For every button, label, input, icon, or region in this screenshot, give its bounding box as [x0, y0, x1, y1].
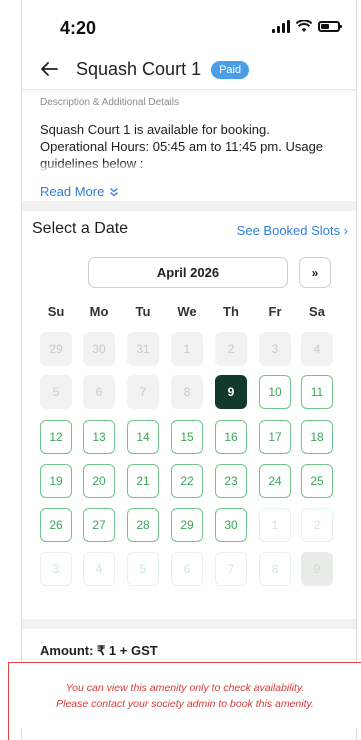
date-cell: 2 [301, 508, 333, 542]
weekday-sa: Sa [309, 304, 325, 319]
date-cell: 4 [301, 332, 333, 366]
date-cell[interactable]: 26 [40, 508, 72, 542]
paid-badge: Paid [211, 60, 250, 79]
weekday-mo: Mo [89, 304, 109, 319]
selected-date-cell[interactable]: 9 [215, 375, 247, 409]
select-date-title: Select a Date [32, 220, 129, 237]
view-only-notice: You can view this amenity only to check … [8, 662, 361, 728]
weekday-tu: Tu [135, 304, 151, 319]
description-section: Description & Additional Details Squash … [22, 92, 356, 199]
date-cell[interactable]: 22 [171, 464, 203, 498]
month-selector[interactable]: April 2026 [88, 257, 288, 288]
date-cell[interactable]: 27 [83, 508, 115, 542]
date-cell[interactable]: 18 [301, 420, 333, 454]
date-cell: 3 [259, 332, 291, 366]
date-cell[interactable]: 17 [259, 420, 291, 454]
date-cell[interactable]: 12 [40, 420, 72, 454]
date-cell[interactable]: 19 [40, 464, 72, 498]
date-cell[interactable]: 13 [83, 420, 115, 454]
date-cell: 7 [127, 375, 159, 409]
date-cell: 3 [40, 552, 72, 586]
date-cell[interactable]: 11 [301, 375, 333, 409]
booked-slots-label: See Booked Slots [236, 223, 341, 238]
date-cell[interactable]: 23 [215, 464, 247, 498]
date-cell[interactable]: 25 [301, 464, 333, 498]
amount-label: Amount: ₹ 1 + GST [40, 643, 158, 658]
date-cell: 29 [40, 332, 72, 366]
wifi-icon [296, 20, 312, 32]
section-divider [22, 201, 356, 211]
date-cell: 5 [127, 552, 159, 586]
date-cell: 31 [127, 332, 159, 366]
date-cell[interactable]: 10 [259, 375, 291, 409]
see-booked-slots-link[interactable]: See Booked Slots › [237, 223, 348, 238]
date-cell: 1 [259, 508, 291, 542]
read-more-link[interactable]: Read More [40, 184, 340, 199]
date-cell: 9 [301, 552, 333, 586]
notice-border-tail [8, 728, 9, 740]
date-cell: 6 [83, 375, 115, 409]
weekday-th: Th [223, 304, 239, 319]
status-icons [272, 20, 342, 33]
next-month-button[interactable]: » [299, 257, 331, 288]
description-text: Squash Court 1 is available for booking.… [40, 121, 340, 172]
signal-icon [272, 20, 290, 33]
section-divider [22, 619, 356, 629]
date-cell[interactable]: 21 [127, 464, 159, 498]
date-cell: 5 [40, 375, 72, 409]
date-cell: 2 [215, 332, 247, 366]
battery-icon [318, 21, 342, 32]
date-cell: 4 [83, 552, 115, 586]
date-cell[interactable]: 16 [215, 420, 247, 454]
date-cell[interactable]: 28 [127, 508, 159, 542]
date-cell: 1 [171, 332, 203, 366]
double-chevron-down-icon [110, 187, 119, 196]
notice-line-1: You can view this amenity only to check … [65, 681, 305, 694]
date-cell: 6 [171, 552, 203, 586]
description-label: Description & Additional Details [40, 97, 179, 108]
status-time: 4:20 [60, 18, 97, 38]
app-screen: 4:20 Squash Court 1 Paid Description & A… [21, 0, 357, 740]
date-cell: 7 [215, 552, 247, 586]
date-cell: 8 [259, 552, 291, 586]
read-more-label: Read More [40, 184, 105, 199]
date-cell: 8 [171, 375, 203, 409]
date-cell[interactable]: 20 [83, 464, 115, 498]
date-cell: 30 [83, 332, 115, 366]
date-cell[interactable]: 30 [215, 508, 247, 542]
date-cell[interactable]: 29 [171, 508, 203, 542]
chevron-right-icon: › [343, 223, 348, 238]
header-bar: Squash Court 1 Paid [22, 50, 356, 90]
date-cell[interactable]: 15 [171, 420, 203, 454]
back-arrow-icon[interactable] [38, 58, 62, 82]
page-title: Squash Court 1 [76, 59, 202, 79]
date-cell[interactable]: 14 [127, 420, 159, 454]
weekday-we: We [177, 304, 197, 319]
weekday-su: Su [47, 304, 65, 319]
notice-line-2: Please contact your society admin to boo… [56, 697, 314, 710]
date-cell[interactable]: 24 [259, 464, 291, 498]
weekday-fr: Fr [268, 304, 282, 319]
